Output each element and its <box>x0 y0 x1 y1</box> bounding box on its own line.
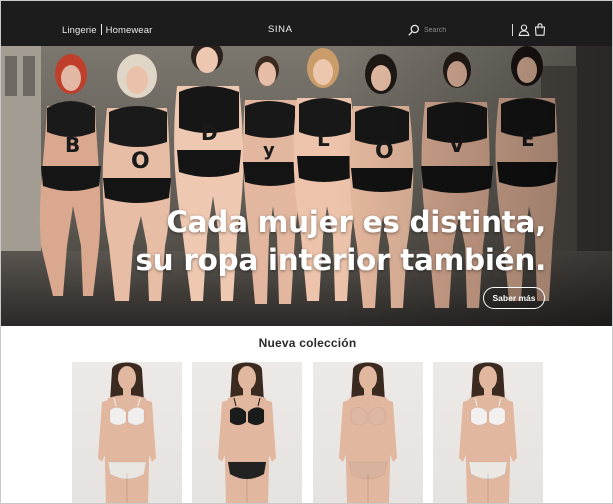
hero-image: B O D y L O V E <box>1 46 612 326</box>
product-card[interactable] <box>313 362 423 503</box>
hero-banner: B O D y L O V E Cada mujer es distinta, … <box>1 46 612 326</box>
hero-headline-line: su ropa interior también. <box>135 243 546 277</box>
nav-item-homewear[interactable]: Homewear <box>106 25 153 36</box>
nav-divider <box>100 24 102 35</box>
search-box[interactable] <box>408 23 506 37</box>
search-icon[interactable] <box>408 24 420 36</box>
product-card[interactable] <box>72 362 182 503</box>
nav-item-lingerie[interactable]: Lingerie <box>62 25 97 36</box>
user-icon[interactable] <box>518 24 530 36</box>
search-input[interactable] <box>424 26 504 34</box>
hero-headline-line: Cada mujer es distinta, <box>166 205 546 239</box>
hero-headline: Cada mujer es distinta, su ropa interior… <box>135 203 546 279</box>
product-card[interactable] <box>192 362 302 503</box>
collection-title: Nueva colección <box>258 336 357 350</box>
bag-icon[interactable] <box>534 23 546 36</box>
product-card[interactable] <box>433 362 543 503</box>
page-frame: Lingerie Homewear SINA Search Cada mujer… <box>0 0 613 504</box>
site-header: Lingerie Homewear SINA <box>1 1 612 46</box>
product-image <box>218 362 276 503</box>
learn-more-button[interactable]: Saber más <box>483 287 545 309</box>
product-image <box>339 362 397 503</box>
product-grid <box>72 362 544 503</box>
product-image <box>459 362 517 503</box>
main-nav: Lingerie Homewear <box>62 24 152 36</box>
header-divider <box>512 24 513 36</box>
brand-logo[interactable]: SINA <box>268 24 293 35</box>
product-image <box>98 362 156 503</box>
